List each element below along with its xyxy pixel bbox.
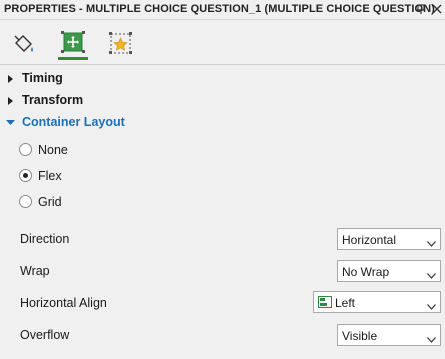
effects-star-icon <box>106 32 136 61</box>
chevron-down-icon <box>427 268 436 279</box>
radio-layout-grid[interactable]: Grid <box>19 193 169 211</box>
overflow-select[interactable]: Visible <box>337 324 441 346</box>
horizontal-align-select[interactable]: Left <box>313 291 441 313</box>
section-transform-label: Transform <box>22 93 84 107</box>
chevron-down-icon <box>427 332 436 343</box>
section-timing-label: Timing <box>22 71 63 85</box>
radio-layout-flex[interactable]: Flex <box>19 167 169 185</box>
radio-dot <box>23 173 28 178</box>
radio-button-selected[interactable] <box>19 169 32 182</box>
direction-select[interactable]: Horizontal <box>337 228 441 250</box>
close-icon[interactable] <box>430 2 444 16</box>
radio-label: None <box>38 143 68 157</box>
radio-layout-none[interactable]: None <box>19 141 169 159</box>
caret-right-icon <box>6 73 16 83</box>
caret-right-icon <box>6 95 16 105</box>
radio-label: Flex <box>38 169 62 183</box>
align-left-icon <box>318 296 332 308</box>
wrap-label: Wrap <box>20 264 50 278</box>
overflow-value: Visible <box>342 329 378 343</box>
section-container-layout-label: Container Layout <box>22 115 125 129</box>
overflow-label: Overflow <box>20 328 70 342</box>
pin-icon[interactable] <box>414 2 428 16</box>
panel-title: PROPERTIES - MULTIPLE CHOICE QUESTION_1 … <box>4 3 435 15</box>
caret-down-icon <box>6 117 16 127</box>
wrap-select[interactable]: No Wrap <box>337 260 441 282</box>
tab-layout[interactable] <box>58 30 88 60</box>
tab-effects[interactable] <box>106 30 136 60</box>
horizontal-align-label: Horizontal Align <box>20 296 107 310</box>
section-timing[interactable]: Timing <box>0 68 445 88</box>
panel-titlebar: PROPERTIES - MULTIPLE CHOICE QUESTION_1 … <box>0 0 445 20</box>
section-transform[interactable]: Transform <box>0 90 445 110</box>
wrap-value: No Wrap <box>342 265 390 279</box>
radio-label: Grid <box>38 195 62 209</box>
radio-button[interactable] <box>19 143 32 156</box>
section-container-layout[interactable]: Container Layout <box>0 112 445 132</box>
direction-label: Direction <box>20 232 70 246</box>
direction-value: Horizontal <box>342 233 397 247</box>
property-tabs <box>0 21 445 65</box>
horizontal-align-value: Left <box>335 296 356 310</box>
chevron-down-icon <box>427 236 436 247</box>
radio-button[interactable] <box>19 195 32 208</box>
container-layout-icon <box>58 31 88 60</box>
chevron-down-icon <box>427 299 436 310</box>
tab-fill[interactable] <box>10 30 40 60</box>
fill-paint-bucket-icon <box>10 35 40 61</box>
